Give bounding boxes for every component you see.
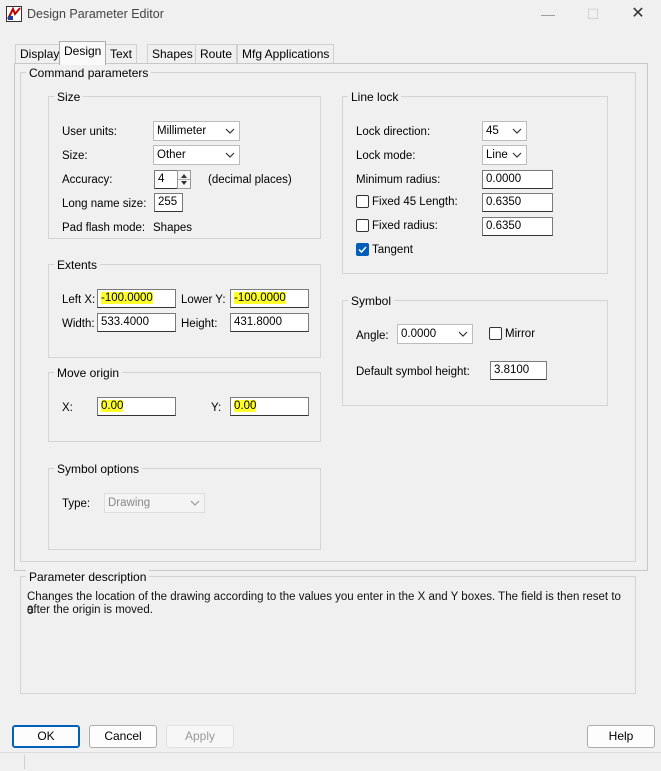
symbol-group [342, 300, 608, 406]
tab-display[interactable]: Display [15, 44, 65, 64]
tab-design[interactable]: Design [59, 41, 107, 65]
command-parameters-legend: Command parameters [26, 66, 152, 80]
cancel-button[interactable]: Cancel [89, 725, 157, 748]
extents-legend: Extents [54, 258, 101, 272]
long-name-size-input[interactable]: 255 [154, 193, 183, 212]
angle-dropdown[interactable]: 0.0000 [397, 324, 473, 344]
type-value: Drawing [108, 497, 151, 509]
extents-group [48, 264, 321, 358]
fixed-45-length-checkbox[interactable] [356, 195, 369, 208]
width-label: Width: [62, 318, 95, 330]
chevron-down-icon [512, 152, 522, 158]
lower-y-input[interactable]: -100.0000 [230, 289, 309, 308]
tab-mfg-applications[interactable]: Mfg Applications [237, 44, 335, 64]
help-button[interactable]: Help [587, 725, 655, 748]
origin-x-label: X: [62, 402, 73, 414]
fixed-45-length-input[interactable]: 0.6350 [482, 193, 553, 212]
long-name-size-label: Long name size: [62, 198, 147, 210]
size-legend: Size [54, 90, 84, 104]
origin-y-label: Y: [211, 402, 222, 414]
chevron-down-icon [225, 128, 235, 134]
line-lock-legend: Line lock [348, 90, 402, 104]
mirror-checkbox[interactable] [489, 327, 502, 340]
angle-value: 0.0000 [401, 328, 437, 340]
size-group [48, 96, 321, 239]
width-input[interactable]: 533.4000 [97, 313, 176, 332]
size-label: Size: [62, 150, 88, 162]
user-units-value: Millimeter [157, 125, 207, 137]
user-units-label: User units: [62, 126, 117, 138]
lower-y-value: -100.0000 [234, 292, 286, 304]
accuracy-input[interactable]: 4 [154, 170, 178, 189]
move-origin-legend: Move origin [54, 366, 123, 380]
chevron-down-icon [512, 128, 522, 134]
tangent-label: Tangent [372, 244, 413, 256]
origin-x-value: 0.00 [101, 400, 124, 412]
type-label: Type: [62, 498, 91, 510]
left-x-input[interactable]: -100.0000 [97, 289, 176, 308]
origin-y-input[interactable]: 0.00 [230, 397, 309, 416]
size-value: Other [157, 149, 186, 161]
parameter-description-legend: Parameter description [26, 570, 150, 584]
tab-route[interactable]: Route [195, 44, 238, 64]
height-label: Height: [181, 318, 218, 330]
size-dropdown[interactable]: Other [153, 145, 240, 165]
chevron-down-icon [190, 500, 200, 506]
symbol-legend: Symbol [348, 294, 395, 308]
left-x-value: -100.0000 [101, 292, 153, 304]
lower-y-label: Lower Y: [181, 294, 226, 306]
default-symbol-height-input[interactable]: 3.8100 [490, 361, 547, 380]
maximize-icon[interactable]: ☐ [583, 4, 603, 24]
minimize-icon[interactable]: — [538, 4, 558, 24]
default-symbol-height-label: Default symbol height: [356, 366, 470, 378]
origin-y-value: 0.00 [234, 400, 257, 412]
accuracy-suffix: (decimal places) [208, 174, 292, 186]
lock-direction-value: 45 [486, 125, 499, 137]
height-input[interactable]: 431.8000 [230, 313, 309, 332]
fixed-45-length-label: Fixed 45 Length: [372, 196, 458, 208]
tangent-checkbox[interactable] [356, 243, 369, 256]
type-dropdown[interactable]: Drawing [104, 493, 205, 513]
parameter-description-line-2: after the origin is moved. [27, 604, 153, 616]
fixed-radius-input[interactable]: 0.6350 [482, 217, 553, 236]
lock-mode-label: Lock mode: [356, 150, 416, 162]
lock-mode-value: Line [486, 149, 508, 161]
status-bar-divider [24, 755, 25, 769]
user-units-dropdown[interactable]: Millimeter [153, 121, 240, 141]
chevron-down-icon [458, 331, 468, 337]
pad-flash-mode-label: Pad flash mode: [62, 222, 146, 234]
lock-direction-label: Lock direction: [356, 126, 431, 138]
fixed-radius-label: Fixed radius: [372, 220, 438, 232]
tab-shapes[interactable]: Shapes [147, 44, 198, 64]
close-icon[interactable]: ✕ [628, 4, 648, 24]
fixed-radius-checkbox[interactable] [356, 219, 369, 232]
origin-x-input[interactable]: 0.00 [97, 397, 176, 416]
left-x-label: Left X: [62, 294, 96, 306]
mirror-label: Mirror [505, 328, 536, 340]
lock-mode-dropdown[interactable]: Line [482, 145, 527, 165]
checkmark-icon [358, 246, 367, 254]
tab-text[interactable]: Text [105, 44, 138, 64]
spin-arrows-icon [178, 174, 190, 185]
app-icon [6, 6, 22, 22]
angle-label: Angle: [356, 330, 389, 342]
minimum-radius-input[interactable]: 0.0000 [482, 170, 553, 189]
apply-button[interactable]: Apply [166, 725, 234, 748]
window-title: Design Parameter Editor [27, 7, 164, 21]
ok-button[interactable]: OK [12, 725, 80, 748]
lock-direction-dropdown[interactable]: 45 [482, 121, 527, 141]
chevron-down-icon [225, 152, 235, 158]
status-bar [0, 752, 661, 771]
pad-flash-mode-value: Shapes [153, 222, 193, 234]
accuracy-label: Accuracy: [62, 174, 113, 186]
accuracy-spinner[interactable] [177, 170, 191, 189]
symbol-options-legend: Symbol options [54, 462, 143, 476]
minimum-radius-label: Minimum radius: [356, 174, 441, 186]
